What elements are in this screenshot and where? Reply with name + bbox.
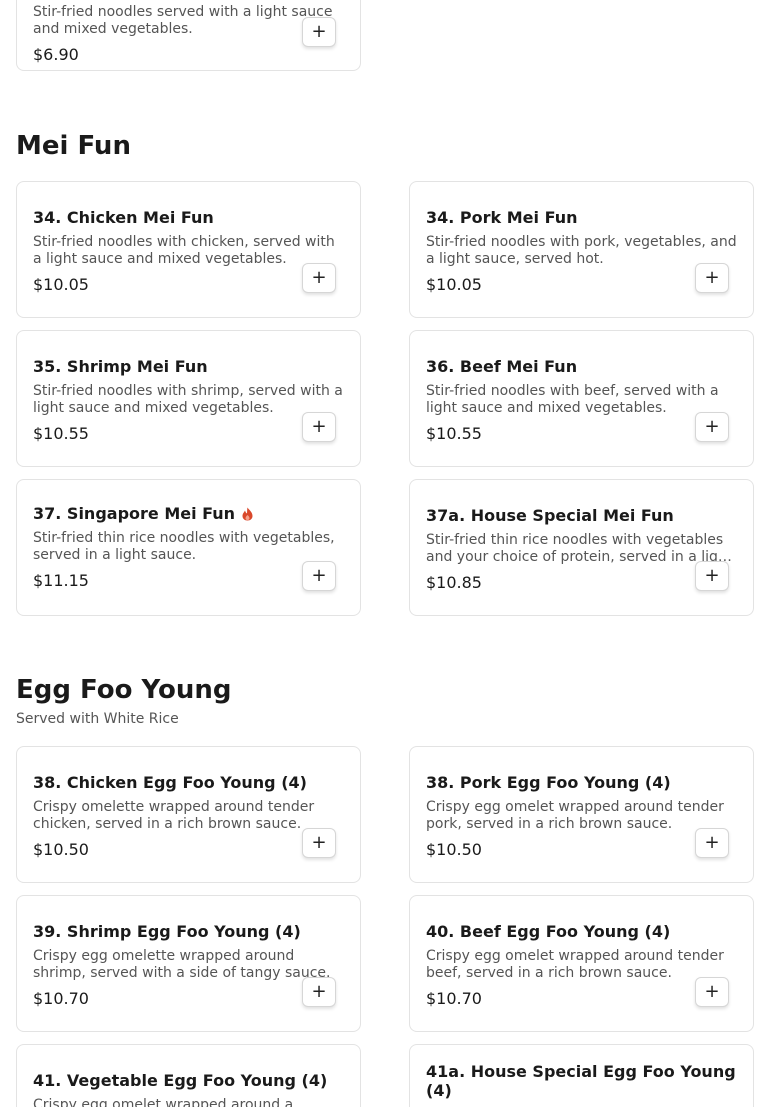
item-description: Stir-fried noodles with pork, vegetables… bbox=[426, 234, 737, 267]
item-description: Stir-fried thin rice noodles with vegeta… bbox=[426, 532, 733, 565]
section-subtitle: Served with White Rice bbox=[16, 711, 179, 727]
item-price: $10.05 bbox=[33, 275, 89, 294]
plus-icon: + bbox=[704, 981, 720, 1002]
item-name: 40. Beef Egg Foo Young (4) bbox=[426, 922, 671, 941]
section-title: Mei Fun bbox=[16, 131, 131, 161]
menu-item-card[interactable]: 39. Shrimp Egg Foo Young (4) Crispy egg … bbox=[16, 895, 361, 1032]
menu-item-card[interactable]: 38. Chicken Egg Foo Young (4) Crispy ome… bbox=[16, 746, 361, 883]
item-price: $10.55 bbox=[426, 424, 482, 443]
spicy-icon bbox=[242, 507, 253, 520]
item-price: $10.05 bbox=[426, 275, 482, 294]
add-to-cart-button[interactable]: + bbox=[302, 977, 336, 1007]
add-to-cart-button[interactable]: + bbox=[302, 828, 336, 858]
plus-icon: + bbox=[311, 416, 327, 437]
item-price: $10.55 bbox=[33, 424, 89, 443]
section-title: Egg Foo Young bbox=[16, 675, 232, 705]
item-description: Crispy omelette wrapped around tender ch… bbox=[33, 799, 315, 832]
menu-item-card[interactable]: 36. Beef Mei Fun Stir-fried noodles with… bbox=[409, 330, 754, 467]
item-price: $10.85 bbox=[426, 573, 482, 592]
plus-icon: + bbox=[311, 981, 327, 1002]
menu-item-card[interactable]: 34. Chicken Mei Fun Stir-fried noodles w… bbox=[16, 181, 361, 318]
menu-item-card[interactable]: 37. Singapore Mei Fun Stir-fried thin ri… bbox=[16, 479, 361, 616]
plus-icon: + bbox=[704, 416, 720, 437]
item-name: 37. Singapore Mei Fun bbox=[33, 504, 236, 523]
plus-icon: + bbox=[704, 832, 720, 853]
add-to-cart-button[interactable]: + bbox=[302, 17, 336, 47]
add-to-cart-button[interactable]: + bbox=[695, 828, 729, 858]
item-description: Crispy egg omelette wrapped around shrim… bbox=[33, 948, 331, 981]
menu-item-card[interactable]: 38. Pork Egg Foo Young (4) Crispy egg om… bbox=[409, 746, 754, 883]
item-description: Crispy egg omelet wrapped around tender … bbox=[426, 799, 724, 832]
menu-item-card[interactable]: 34. Pork Mei Fun Stir-fried noodles with… bbox=[409, 181, 754, 318]
item-price: $6.90 bbox=[33, 45, 79, 64]
plus-icon: + bbox=[311, 21, 327, 42]
item-name: 38. Chicken Egg Foo Young (4) bbox=[33, 773, 307, 792]
add-to-cart-button[interactable]: + bbox=[695, 561, 729, 591]
plus-icon: + bbox=[311, 832, 327, 853]
item-description: Crispy egg omelet wrapped around a bbox=[33, 1097, 294, 1107]
add-to-cart-button[interactable]: + bbox=[302, 561, 336, 591]
item-price: $10.70 bbox=[33, 989, 89, 1008]
plus-icon: + bbox=[311, 565, 327, 586]
menu-item-card[interactable]: 41a. House Special Egg Foo Young (4) bbox=[409, 1044, 754, 1107]
item-description: Crispy egg omelet wrapped around tender … bbox=[426, 948, 724, 981]
menu-item-card[interactable]: 40. Beef Egg Foo Young (4) Crispy egg om… bbox=[409, 895, 754, 1032]
item-price: $10.70 bbox=[426, 989, 482, 1008]
menu-item-card[interactable]: 37a. House Special Mei Fun Stir-fried th… bbox=[409, 479, 754, 616]
item-price: $11.15 bbox=[33, 571, 89, 590]
item-name: 41. Vegetable Egg Foo Young (4) bbox=[33, 1071, 328, 1090]
item-name: 41a. House Special Egg Foo Young (4) bbox=[426, 1062, 736, 1100]
add-to-cart-button[interactable]: + bbox=[695, 412, 729, 442]
item-name: 39. Shrimp Egg Foo Young (4) bbox=[33, 922, 301, 941]
menu-item-card[interactable]: 35. Shrimp Mei Fun Stir-fried noodles wi… bbox=[16, 330, 361, 467]
item-name: 35. Shrimp Mei Fun bbox=[33, 357, 208, 376]
item-name: 34. Pork Mei Fun bbox=[426, 208, 578, 227]
item-price: $10.50 bbox=[426, 840, 482, 859]
add-to-cart-button[interactable]: + bbox=[695, 977, 729, 1007]
item-description: Stir-fried noodles with chicken, served … bbox=[33, 234, 335, 267]
item-description: Stir-fried noodles served with a light s… bbox=[33, 4, 333, 37]
item-name: 36. Beef Mei Fun bbox=[426, 357, 578, 376]
add-to-cart-button[interactable]: + bbox=[695, 263, 729, 293]
plus-icon: + bbox=[704, 267, 720, 288]
item-name: 37a. House Special Mei Fun bbox=[426, 506, 674, 525]
item-description: Stir-fried noodles with shrimp, served w… bbox=[33, 383, 343, 416]
menu-item-card[interactable]: 41. Vegetable Egg Foo Young (4) Crispy e… bbox=[16, 1044, 361, 1107]
item-description: Stir-fried thin rice noodles with vegeta… bbox=[33, 530, 335, 563]
plus-icon: + bbox=[311, 267, 327, 288]
item-description: Stir-fried noodles with beef, served wit… bbox=[426, 383, 719, 416]
plus-icon: + bbox=[704, 565, 720, 586]
add-to-cart-button[interactable]: + bbox=[302, 263, 336, 293]
menu-item-card[interactable]: Stir-fried noodles served with a light s… bbox=[16, 0, 361, 71]
item-name: 34. Chicken Mei Fun bbox=[33, 208, 214, 227]
item-price: $10.50 bbox=[33, 840, 89, 859]
add-to-cart-button[interactable]: + bbox=[302, 412, 336, 442]
item-name: 38. Pork Egg Foo Young (4) bbox=[426, 773, 671, 792]
